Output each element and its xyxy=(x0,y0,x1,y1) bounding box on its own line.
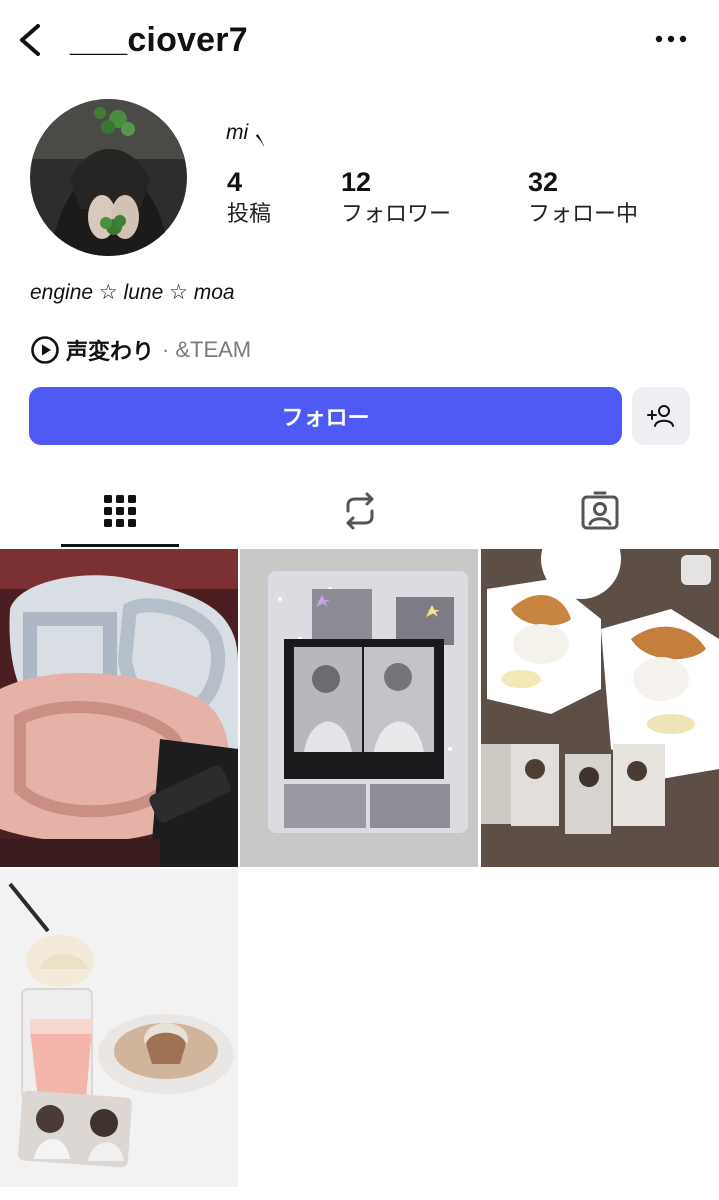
grid-icon xyxy=(104,495,136,527)
bio-text: engine ☆ lune ☆ moa xyxy=(30,281,235,304)
profile-music[interactable]: 声変わり · &TEAM xyxy=(30,333,251,367)
posts-label: 投稿 xyxy=(227,201,272,226)
post-thumbnail[interactable] xyxy=(0,549,238,867)
followers-label: フォロワー xyxy=(341,201,452,226)
music-artist: &TEAM xyxy=(175,337,252,362)
music-separator: · xyxy=(162,337,170,362)
tab-grid[interactable] xyxy=(60,478,180,544)
post-thumbnail[interactable] xyxy=(240,549,478,867)
profile-tabs xyxy=(0,478,719,548)
post-thumbnail[interactable] xyxy=(481,549,719,867)
repost-icon xyxy=(346,492,374,530)
avatar[interactable] xyxy=(30,99,187,256)
suggest-people-button[interactable] xyxy=(632,387,690,445)
play-circle-icon xyxy=(31,336,59,364)
post-thumbnail[interactable] xyxy=(0,869,238,1187)
display-name: mi ৲ xyxy=(226,121,267,144)
following-label: フォロー中 xyxy=(528,201,639,226)
followers-stat[interactable]: 12 フォロワー xyxy=(341,165,451,229)
tab-tagged[interactable] xyxy=(540,478,660,544)
back-button[interactable] xyxy=(12,18,48,62)
username: ___ciover7 xyxy=(70,21,248,59)
following-stat[interactable]: 32 フォロー中 xyxy=(528,165,638,229)
more-options-button[interactable] xyxy=(651,24,691,54)
active-tab-indicator xyxy=(61,544,179,547)
following-count: 32 xyxy=(528,167,559,197)
posts-count: 4 xyxy=(227,167,243,197)
music-song-title: 声変わり xyxy=(66,339,155,364)
more-horizontal-icon xyxy=(655,35,687,43)
tab-reposts[interactable] xyxy=(300,478,420,544)
add-person-icon xyxy=(647,405,674,427)
profile-header: ___ciover7 xyxy=(0,0,719,80)
followers-count: 12 xyxy=(341,167,372,197)
posts-stat[interactable]: 4 投稿 xyxy=(227,165,271,229)
follow-button[interactable]: フォロー xyxy=(29,387,622,445)
tagged-person-icon xyxy=(581,491,619,530)
chevron-left-icon xyxy=(20,24,40,56)
